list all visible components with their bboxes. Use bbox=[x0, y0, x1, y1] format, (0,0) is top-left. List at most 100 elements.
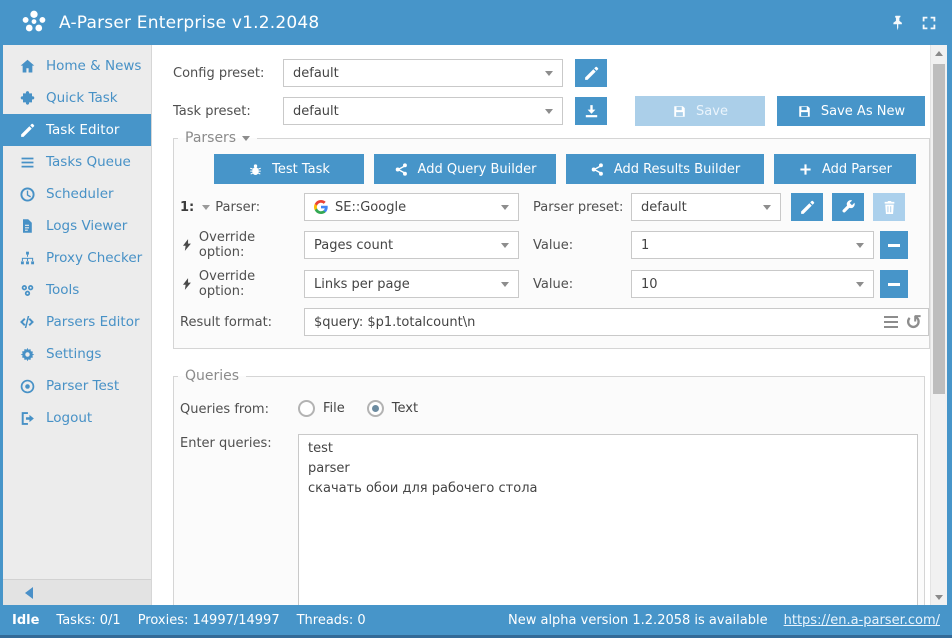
sidebar-item-parsers-editor[interactable]: Parsers Editor bbox=[3, 306, 151, 338]
undo-icon[interactable]: ↺ bbox=[905, 312, 922, 332]
share-icon bbox=[591, 162, 603, 176]
vertical-scrollbar[interactable] bbox=[930, 45, 947, 605]
sidebar-item-task-editor[interactable]: Task Editor bbox=[3, 114, 151, 146]
sidebar-item-scheduler[interactable]: Scheduler bbox=[3, 178, 151, 210]
home-icon bbox=[18, 57, 36, 75]
pin-icon[interactable] bbox=[889, 14, 907, 32]
sidebar-item-proxy-checker[interactable]: Proxy Checker bbox=[3, 242, 151, 274]
queries-textarea[interactable]: test parser скачать обои для рабочего ст… bbox=[298, 434, 918, 605]
chevron-down-icon bbox=[545, 70, 553, 76]
task-preset-select[interactable]: default bbox=[283, 97, 563, 125]
add-parser-button[interactable]: Add Parser bbox=[774, 154, 916, 184]
delete-parser-button[interactable] bbox=[873, 193, 905, 221]
sidebar-item-label: Parser Test bbox=[46, 378, 120, 394]
download-icon bbox=[585, 104, 597, 117]
override-value: 1 bbox=[641, 237, 650, 253]
chevron-down-icon bbox=[501, 281, 509, 287]
parser-options-button[interactable] bbox=[832, 193, 864, 221]
chevron-down-icon bbox=[856, 242, 864, 248]
scrollbar-thumb[interactable] bbox=[933, 64, 945, 394]
code-icon bbox=[18, 313, 36, 331]
radio-file-label[interactable]: File bbox=[323, 401, 345, 416]
chevron-down-icon bbox=[545, 108, 553, 114]
value-label: Value: bbox=[533, 237, 574, 253]
sidebar-item-settings[interactable]: Settings bbox=[3, 338, 151, 370]
sidebar: Home & News Quick Task Task Editor Tasks… bbox=[3, 45, 152, 605]
sidebar-item-parser-test[interactable]: Parser Test bbox=[3, 370, 151, 402]
puzzle-icon bbox=[18, 89, 36, 107]
test-task-button[interactable]: Test Task bbox=[214, 154, 364, 184]
parsers-legend[interactable]: Parsers bbox=[178, 130, 257, 146]
chevron-down-icon[interactable] bbox=[202, 204, 211, 210]
plus-icon bbox=[800, 163, 811, 175]
chevron-down-icon bbox=[242, 135, 251, 141]
parsers-section: Parsers Test Task Add Query Builder Add … bbox=[173, 130, 930, 349]
override-option-select[interactable]: Links per page bbox=[304, 270, 519, 298]
override-option-select[interactable]: Pages count bbox=[304, 231, 519, 259]
statusbar: Idle Tasks: 0/1 Proxies: 14997/14997 Thr… bbox=[0, 605, 952, 635]
template-list-icon[interactable] bbox=[884, 316, 899, 328]
lightning-icon bbox=[182, 239, 191, 251]
remove-override-button[interactable] bbox=[880, 231, 908, 259]
queries-from-label: Queries from: bbox=[180, 402, 269, 417]
import-preset-button[interactable] bbox=[575, 97, 607, 125]
status-proxies: Proxies: 14997/14997 bbox=[137, 612, 280, 628]
radio-text[interactable] bbox=[366, 400, 384, 417]
value-label: Value: bbox=[533, 276, 574, 292]
override-option-value: Links per page bbox=[314, 276, 410, 292]
queries-legend-label: Queries bbox=[185, 368, 240, 384]
edit-config-preset-button[interactable] bbox=[575, 59, 607, 87]
override-row: Override option: Links per page Value: 1… bbox=[174, 269, 929, 299]
pencil-icon bbox=[800, 200, 814, 214]
add-query-builder-button[interactable]: Add Query Builder bbox=[374, 154, 556, 184]
sidebar-item-home-news[interactable]: Home & News bbox=[3, 50, 151, 82]
save-as-new-button[interactable]: Save As New bbox=[777, 96, 925, 126]
sidebar-item-tools[interactable]: Tools bbox=[3, 274, 151, 306]
save-button[interactable]: Save bbox=[635, 96, 765, 126]
parser-select-value: SE::Google bbox=[335, 199, 407, 215]
override-value-select[interactable]: 10 bbox=[631, 270, 874, 298]
task-preset-value: default bbox=[293, 103, 339, 119]
sidebar-item-label: Logs Viewer bbox=[46, 218, 128, 234]
parser-preset-select[interactable]: default bbox=[631, 193, 781, 221]
tools-icon bbox=[18, 281, 36, 299]
bullseye-icon bbox=[18, 377, 36, 395]
status-tasks: Tasks: 0/1 bbox=[56, 612, 121, 628]
fullscreen-icon[interactable] bbox=[920, 14, 938, 32]
gear-icon bbox=[18, 345, 36, 363]
sidebar-item-label: Tools bbox=[46, 282, 80, 298]
sidebar-item-tasks-queue[interactable]: Tasks Queue bbox=[3, 146, 151, 178]
result-format-row: Result format: ↺ bbox=[174, 308, 929, 336]
add-parser-label: Add Parser bbox=[822, 161, 892, 177]
remove-override-button[interactable] bbox=[880, 270, 908, 298]
sidebar-item-quick-task[interactable]: Quick Task bbox=[3, 82, 151, 114]
update-link[interactable]: https://en.a-parser.com/ bbox=[784, 613, 940, 628]
collapse-sidebar-icon[interactable] bbox=[25, 586, 33, 599]
parser-select[interactable]: SE::Google bbox=[304, 193, 519, 221]
result-format-input[interactable] bbox=[304, 308, 929, 336]
scroll-up-icon[interactable] bbox=[931, 45, 947, 61]
sidebar-item-label: Settings bbox=[46, 346, 102, 362]
update-notice: New alpha version 1.2.2058 is available bbox=[507, 612, 768, 628]
trash-icon bbox=[884, 200, 894, 214]
sidebar-item-logs-viewer[interactable]: Logs Viewer bbox=[3, 210, 151, 242]
scroll-down-icon[interactable] bbox=[931, 589, 947, 605]
radio-file[interactable] bbox=[298, 400, 315, 417]
sidebar-item-label: Task Editor bbox=[46, 122, 120, 138]
override-value-select[interactable]: 1 bbox=[631, 231, 874, 259]
edit-parser-preset-button[interactable] bbox=[791, 193, 823, 221]
pencil-icon bbox=[584, 66, 598, 80]
override-option-label: Override option: bbox=[198, 269, 256, 299]
radio-text-label[interactable]: Text bbox=[392, 401, 418, 416]
sidebar-item-label: Tasks Queue bbox=[46, 154, 131, 170]
document-icon bbox=[18, 217, 36, 235]
parser-preset-label: Parser preset: bbox=[533, 199, 624, 215]
parsers-legend-label: Parsers bbox=[185, 130, 237, 146]
add-results-builder-button[interactable]: Add Results Builder bbox=[566, 154, 764, 184]
titlebar: A-Parser Enterprise v1.2.2048 bbox=[0, 0, 952, 45]
sidebar-item-logout[interactable]: Logout bbox=[3, 402, 151, 434]
add-query-builder-label: Add Query Builder bbox=[417, 161, 537, 177]
override-option-label: Override option: bbox=[198, 230, 256, 260]
bug-icon bbox=[250, 163, 262, 175]
config-preset-select[interactable]: default bbox=[283, 59, 563, 87]
